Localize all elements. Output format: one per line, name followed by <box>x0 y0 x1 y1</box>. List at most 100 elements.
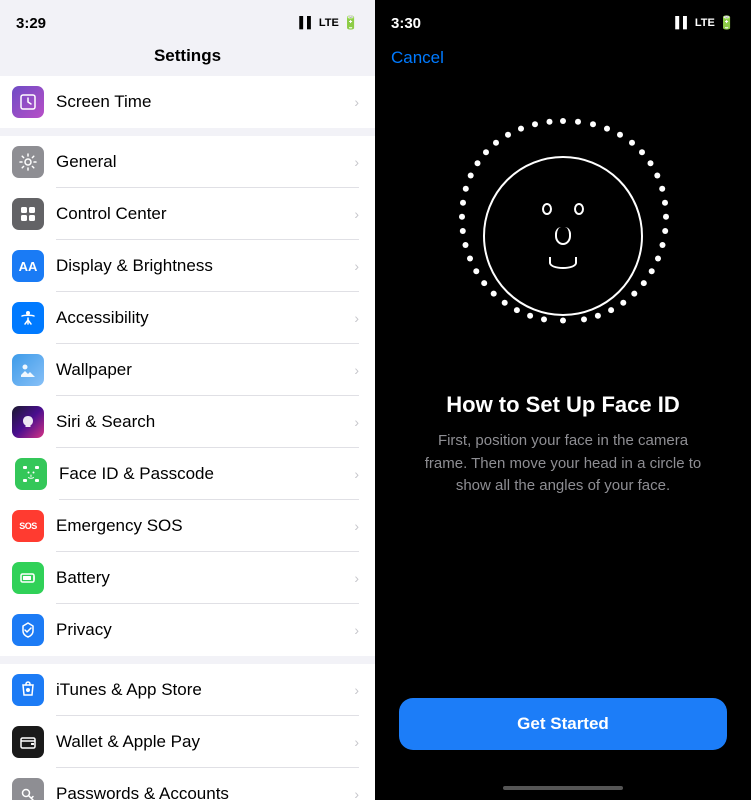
accessibility-label-wrapper: Accessibility › <box>56 292 359 344</box>
face-id-chevron: › <box>354 466 359 482</box>
itunes-icon <box>12 674 44 706</box>
passwords-chevron: › <box>354 786 359 800</box>
settings-item-wallpaper[interactable]: Wallpaper › <box>0 344 375 396</box>
battery-label-wrapper: Battery › <box>56 552 359 604</box>
settings-item-passwords-accounts[interactable]: Passwords & Accounts › <box>0 768 375 800</box>
display-brightness-icon: AA <box>12 250 44 282</box>
screen-time-label-wrapper: Screen Time › <box>56 76 359 128</box>
face-id-label-wrapper: Face ID & Passcode › <box>59 448 359 500</box>
face-eye-left <box>542 203 552 215</box>
status-bar-right: 3:30 ▌▌ LTE 🔋 <box>375 0 751 40</box>
emergency-sos-chevron: › <box>354 518 359 534</box>
settings-item-battery[interactable]: Battery › <box>0 552 375 604</box>
passwords-label-wrapper: Passwords & Accounts › <box>56 768 359 800</box>
home-indicator <box>503 786 623 790</box>
faceid-description: First, position your face in the camera … <box>375 430 751 498</box>
passwords-label: Passwords & Accounts <box>56 784 346 800</box>
battery-icon-left: 🔋 <box>343 15 359 31</box>
emergency-sos-label: Emergency SOS <box>56 516 346 536</box>
settings-group-store: iTunes & App Store › Wallet & Apple Pay … <box>0 664 375 800</box>
lte-label-left: LTE <box>319 17 339 29</box>
face-nose <box>555 227 571 245</box>
settings-scroll[interactable]: Screen Time › General › <box>0 76 375 800</box>
status-icons-right: ▌▌ LTE 🔋 <box>675 15 735 31</box>
control-center-chevron: › <box>354 206 359 222</box>
privacy-chevron: › <box>354 622 359 638</box>
screen-time-chevron: › <box>354 94 359 110</box>
siri-icon <box>12 406 44 438</box>
wallpaper-label-wrapper: Wallpaper › <box>56 344 359 396</box>
signal-icon-left: ▌▌ <box>299 17 315 29</box>
display-brightness-chevron: › <box>354 258 359 274</box>
emergency-sos-icon: SOS <box>12 510 44 542</box>
privacy-label: Privacy <box>56 620 346 640</box>
settings-item-accessibility[interactable]: Accessibility › <box>0 292 375 344</box>
passwords-icon <box>12 778 44 800</box>
settings-item-screen-time[interactable]: Screen Time › <box>0 76 375 128</box>
face-eye-right <box>574 203 584 215</box>
screen-time-icon <box>12 86 44 118</box>
wallet-chevron: › <box>354 734 359 750</box>
face-circle <box>483 156 643 316</box>
battery-chevron: › <box>354 570 359 586</box>
nav-header: Settings <box>0 40 375 76</box>
privacy-icon <box>12 614 44 646</box>
settings-item-wallet-apple-pay[interactable]: Wallet & Apple Pay › <box>0 716 375 768</box>
face-features <box>542 203 584 269</box>
settings-group-main: General › Control Center › <box>0 136 375 656</box>
battery-icon-right: 🔋 <box>719 15 735 31</box>
display-brightness-label-wrapper: Display & Brightness › <box>56 240 359 292</box>
settings-item-privacy[interactable]: Privacy › <box>0 604 375 656</box>
lte-label-right: LTE <box>695 17 715 29</box>
time-right: 3:30 <box>391 15 421 32</box>
wallet-icon <box>12 726 44 758</box>
accessibility-label: Accessibility <box>56 308 346 328</box>
itunes-chevron: › <box>354 682 359 698</box>
wallpaper-label: Wallpaper <box>56 360 346 380</box>
emergency-sos-label-wrapper: Emergency SOS › <box>56 500 359 552</box>
settings-item-general[interactable]: General › <box>0 136 375 188</box>
itunes-label: iTunes & App Store <box>56 680 346 700</box>
wallpaper-icon <box>12 354 44 386</box>
settings-title: Settings <box>154 46 221 65</box>
control-center-icon <box>12 198 44 230</box>
general-chevron: › <box>354 154 359 170</box>
faceid-panel: 3:30 ▌▌ LTE 🔋 Cancel <box>375 0 751 800</box>
siri-search-label-wrapper: Siri & Search › <box>56 396 359 448</box>
control-center-label-wrapper: Control Center › <box>56 188 359 240</box>
battery-label: Battery <box>56 568 346 588</box>
face-mouth <box>549 257 577 269</box>
wallet-label-wrapper: Wallet & Apple Pay › <box>56 716 359 768</box>
settings-item-control-center[interactable]: Control Center › <box>0 188 375 240</box>
cancel-button[interactable]: Cancel <box>375 40 460 76</box>
signal-icon-right: ▌▌ <box>675 17 691 29</box>
general-label: General <box>56 152 346 172</box>
wallet-label: Wallet & Apple Pay <box>56 732 346 752</box>
settings-item-display-brightness[interactable]: AA Display & Brightness › <box>0 240 375 292</box>
face-id-label: Face ID & Passcode <box>59 464 346 484</box>
accessibility-icon <box>12 302 44 334</box>
settings-item-emergency-sos[interactable]: SOS Emergency SOS › <box>0 500 375 552</box>
faceid-title: How to Set Up Face ID <box>446 392 679 418</box>
settings-panel: 3:29 ▌▌ LTE 🔋 Settings Screen Time › <box>0 0 375 800</box>
privacy-label-wrapper: Privacy › <box>56 604 359 656</box>
settings-item-itunes-app-store[interactable]: iTunes & App Store › <box>0 664 375 716</box>
wallpaper-chevron: › <box>354 362 359 378</box>
siri-search-label: Siri & Search <box>56 412 346 432</box>
status-bar-left: 3:29 ▌▌ LTE 🔋 <box>0 0 375 40</box>
general-label-wrapper: General › <box>56 136 359 188</box>
status-icons-left: ▌▌ LTE 🔋 <box>299 15 359 31</box>
settings-item-siri-search[interactable]: Siri & Search › <box>0 396 375 448</box>
face-eyes <box>542 203 584 215</box>
face-id-animation <box>443 116 683 356</box>
control-center-label: Control Center <box>56 204 346 224</box>
time-left: 3:29 <box>16 15 46 32</box>
settings-item-face-id-passcode[interactable]: Face ID & Passcode › <box>0 448 375 500</box>
settings-group-screentime: Screen Time › <box>0 76 375 128</box>
siri-search-chevron: › <box>354 414 359 430</box>
accessibility-chevron: › <box>354 310 359 326</box>
get-started-button[interactable]: Get Started <box>399 698 727 750</box>
battery-icon <box>12 562 44 594</box>
itunes-label-wrapper: iTunes & App Store › <box>56 664 359 716</box>
display-brightness-label: Display & Brightness <box>56 256 346 276</box>
